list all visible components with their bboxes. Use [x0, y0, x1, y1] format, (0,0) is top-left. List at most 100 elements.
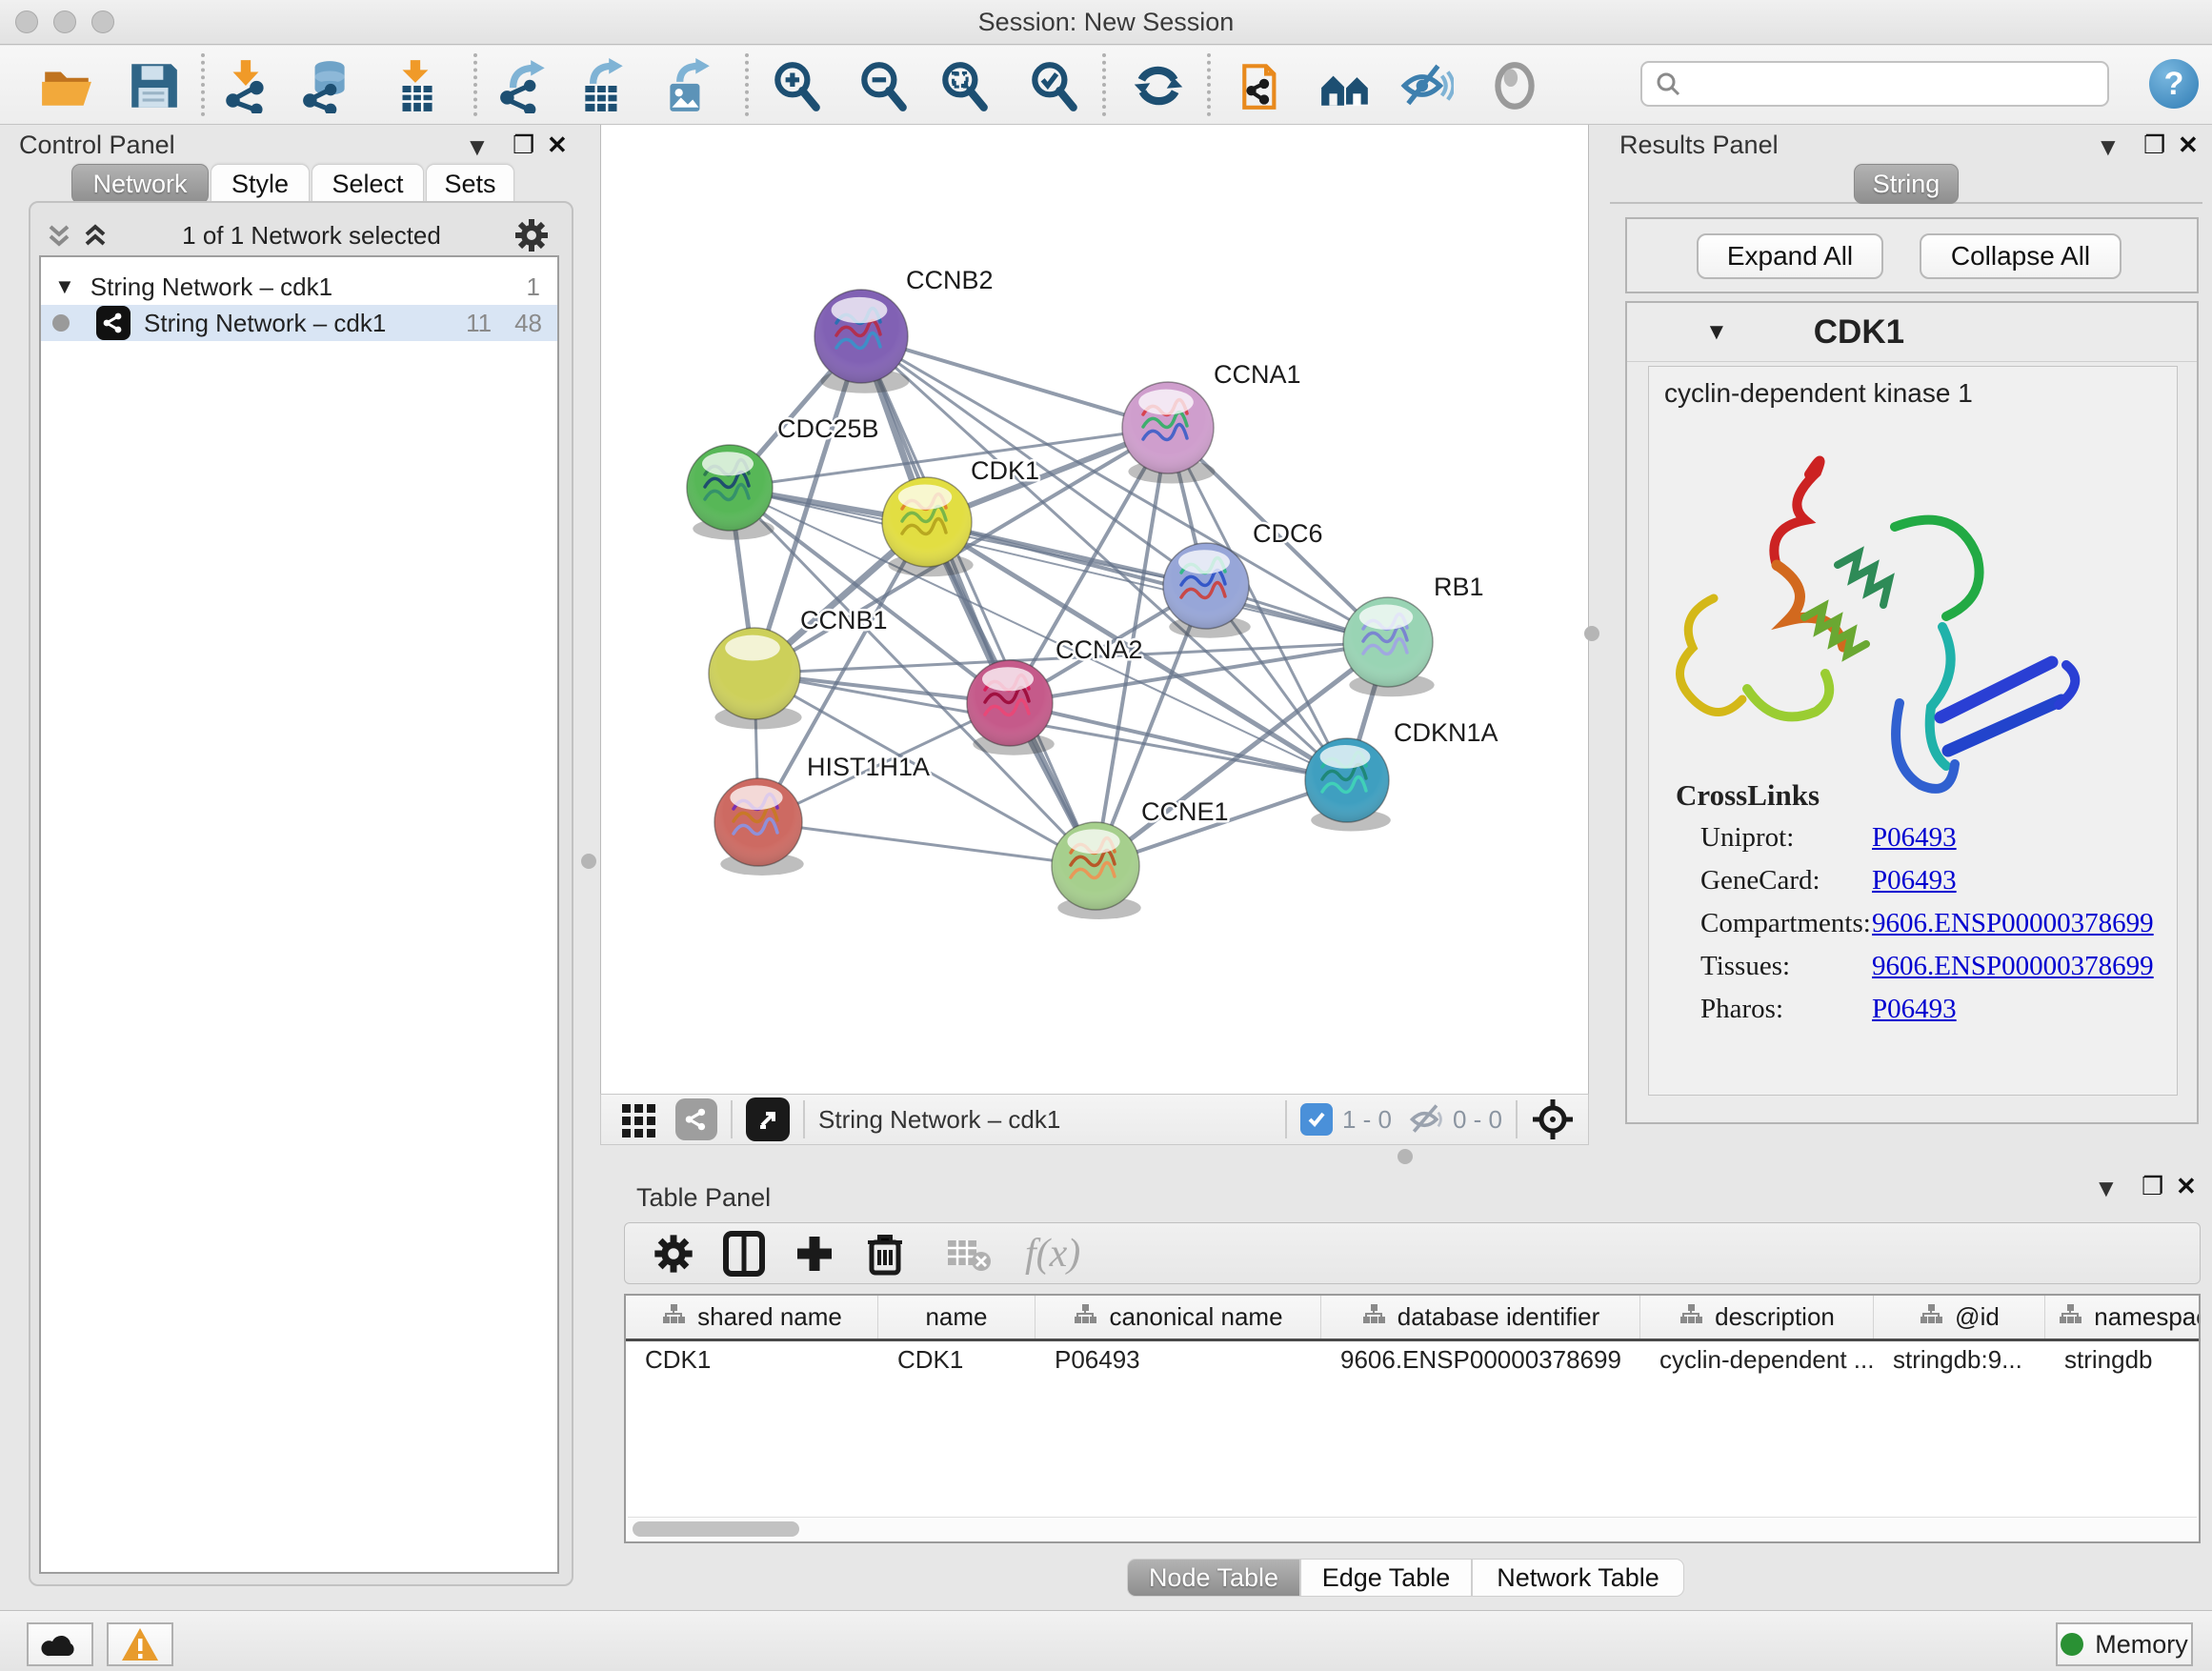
delete-column-button[interactable]: [850, 1225, 920, 1282]
expander-icon[interactable]: ▼: [54, 274, 75, 299]
right-splitter-handle[interactable]: [1584, 626, 1599, 641]
tab-style[interactable]: Style: [211, 164, 310, 204]
tab-select[interactable]: Select: [312, 164, 424, 204]
expand-all-icon[interactable]: [81, 221, 110, 250]
export-image-button[interactable]: [659, 57, 716, 114]
edge-CCNB2-CCNE1[interactable]: [861, 336, 1096, 866]
function-builder-button[interactable]: f(x): [1025, 1231, 1080, 1277]
tab-string[interactable]: String: [1854, 164, 1959, 204]
crosslink-link[interactable]: 9606.ENSP00000378699: [1872, 908, 2154, 939]
table-cell[interactable]: CDK1: [626, 1345, 878, 1375]
zoom-out-button[interactable]: [855, 57, 912, 114]
table-cell[interactable]: 9606.ENSP00000378699: [1321, 1345, 1640, 1375]
crosslink-label: Uniprot:: [1700, 822, 1872, 854]
table-row[interactable]: CDK1CDK1P064939606.ENSP00000378699cyclin…: [626, 1341, 2199, 1378]
import-table-file-button[interactable]: [388, 57, 445, 114]
import-network-file-button[interactable]: [218, 57, 275, 114]
fit-crosshair-icon[interactable]: [1531, 1097, 1575, 1141]
zoom-fit-button[interactable]: [935, 57, 993, 114]
column-header-description[interactable]: description: [1640, 1296, 1874, 1339]
horizontal-splitter-handle[interactable]: [1398, 1149, 1413, 1164]
crosslink-link[interactable]: P06493: [1872, 822, 1957, 854]
node-CDC25B[interactable]: CDC25B: [687, 414, 879, 540]
add-column-button[interactable]: [779, 1225, 850, 1282]
save-session-button[interactable]: [125, 57, 182, 114]
table-cell[interactable]: cyclin-dependent ...: [1640, 1345, 1874, 1375]
string-home-button[interactable]: [1317, 57, 1374, 114]
delete-table-icon: [946, 1235, 992, 1273]
glass-ball-effect-button[interactable]: [1486, 57, 1543, 114]
table-settings-button[interactable]: [638, 1225, 709, 1282]
delete-table-button[interactable]: [934, 1225, 1004, 1282]
tab-node-table[interactable]: Node Table: [1127, 1559, 1300, 1597]
gear-icon[interactable]: [513, 217, 550, 253]
export-network-button[interactable]: [496, 57, 553, 114]
table-cell[interactable]: CDK1: [878, 1345, 1036, 1375]
open-session-button[interactable]: [38, 57, 95, 114]
column-header-name[interactable]: name: [878, 1296, 1036, 1339]
results-panel-close-button[interactable]: ✕: [2178, 131, 2199, 160]
tab-edge-table[interactable]: Edge Table: [1300, 1559, 1472, 1597]
enhanced-search-button[interactable]: [1398, 57, 1455, 114]
help-button[interactable]: ?: [2149, 59, 2199, 109]
left-splitter-handle[interactable]: [581, 854, 596, 869]
collapse-all-icon[interactable]: [45, 221, 73, 250]
column-header-id[interactable]: @id: [1874, 1296, 2045, 1339]
node-CCNA1[interactable]: CCNA1: [1122, 360, 1301, 483]
export-table-button[interactable]: [574, 57, 632, 114]
crosslink-link[interactable]: 9606.ENSP00000378699: [1872, 951, 2154, 982]
network-row-selected[interactable]: String Network – cdk1 11 48: [41, 305, 557, 341]
crosslink-link[interactable]: P06493: [1872, 994, 1957, 1025]
column-header-namespace[interactable]: namespace: [2045, 1296, 2201, 1339]
string-query-button[interactable]: [1236, 57, 1293, 114]
column-header-databaseidentifier[interactable]: database identifier: [1321, 1296, 1640, 1339]
control-panel-float-button[interactable]: ❐: [513, 131, 534, 160]
tab-sets[interactable]: Sets: [426, 164, 514, 204]
control-panel-close-button[interactable]: ✕: [547, 131, 568, 160]
tab-network[interactable]: Network: [71, 164, 209, 204]
column-header-sharedname[interactable]: shared name: [626, 1296, 878, 1339]
cloud-button[interactable]: [27, 1622, 93, 1666]
table-panel-close-button[interactable]: ✕: [2176, 1172, 2197, 1201]
expand-all-button[interactable]: Expand All: [1697, 233, 1883, 279]
zoom-selected-button[interactable]: [1025, 57, 1082, 114]
detach-view-icon[interactable]: [746, 1097, 790, 1141]
string-network-graph[interactable]: CCNB2CCNA1CDC25BCDK1CDC6RB1CCNB1CCNA2CDK…: [601, 125, 1590, 1094]
show-columns-button[interactable]: [709, 1225, 779, 1282]
memory-button[interactable]: Memory: [2056, 1622, 2193, 1666]
table-panel-collapse-button[interactable]: ▼: [2094, 1174, 2119, 1203]
search-input[interactable]: [1682, 69, 2092, 100]
crosslink-link[interactable]: P06493: [1872, 865, 1957, 896]
edge-HIST1H1A-CCNE1[interactable]: [758, 822, 1096, 866]
node-CDKN1A[interactable]: CDKN1A: [1305, 718, 1498, 831]
collapse-all-button[interactable]: Collapse All: [1920, 233, 2122, 279]
node-RB1[interactable]: RB1: [1343, 573, 1484, 696]
entry-description: cyclin-dependent kinase 1: [1664, 378, 1973, 409]
tab-network-table[interactable]: Network Table: [1472, 1559, 1684, 1597]
scrollbar-thumb[interactable]: [633, 1521, 799, 1537]
table-panel-float-button[interactable]: ❐: [2142, 1172, 2163, 1201]
table-cell[interactable]: P06493: [1036, 1345, 1321, 1375]
selected-checkbox-icon[interactable]: [1300, 1103, 1333, 1136]
hidden-eye-slash-icon[interactable]: [1407, 1100, 1445, 1138]
table-cell[interactable]: stringdb: [2045, 1345, 2201, 1375]
entry-expander-icon[interactable]: ▼: [1705, 319, 1728, 346]
entry-header[interactable]: ▼ CDK1: [1627, 303, 2197, 362]
column-header-canonicalname[interactable]: canonical name: [1036, 1296, 1321, 1339]
network-collection-row[interactable]: ▼ String Network – cdk1 1: [41, 269, 557, 305]
import-network-database-button[interactable]: [299, 57, 356, 114]
results-panel-float-button[interactable]: ❐: [2143, 131, 2165, 160]
grid-view-icon[interactable]: [618, 1098, 660, 1140]
refresh-view-button[interactable]: [1130, 57, 1187, 114]
network-share-view-icon[interactable]: [675, 1098, 717, 1140]
table-horizontal-scrollbar[interactable]: [628, 1517, 2197, 1540]
node-HIST1H1A[interactable]: HIST1H1A: [714, 753, 930, 876]
results-panel-collapse-button[interactable]: ▼: [2096, 132, 2121, 162]
table-cell[interactable]: stringdb:9...: [1874, 1345, 2045, 1375]
warnings-button[interactable]: [107, 1622, 173, 1666]
control-panel-collapse-button[interactable]: ▼: [465, 132, 490, 162]
zoom-in-button[interactable]: [768, 57, 825, 114]
network-canvas[interactable]: CCNB2CCNA1CDC25BCDK1CDC6RB1CCNB1CCNA2CDK…: [600, 125, 1589, 1094]
table-header-row: shared namenamecanonical namedatabase id…: [626, 1296, 2199, 1341]
node-CCNE1[interactable]: CCNE1: [1052, 797, 1229, 919]
